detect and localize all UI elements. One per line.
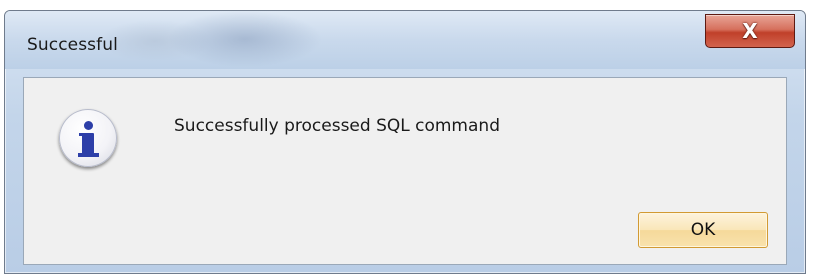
- window-title: Successful: [27, 35, 118, 55]
- ok-button-label: OK: [690, 220, 716, 240]
- dialog-content: Successfully processed SQL command OK: [23, 77, 787, 265]
- close-button[interactable]: X: [705, 14, 795, 48]
- information-icon: [59, 109, 117, 167]
- title-bar[interactable]: Successful X: [5, 11, 805, 69]
- close-icon: X: [742, 19, 758, 43]
- dialog-message: Successfully processed SQL command: [174, 116, 500, 136]
- dialog-window: Successful X Successfully processed SQL …: [4, 10, 806, 274]
- ok-button[interactable]: OK: [638, 212, 768, 248]
